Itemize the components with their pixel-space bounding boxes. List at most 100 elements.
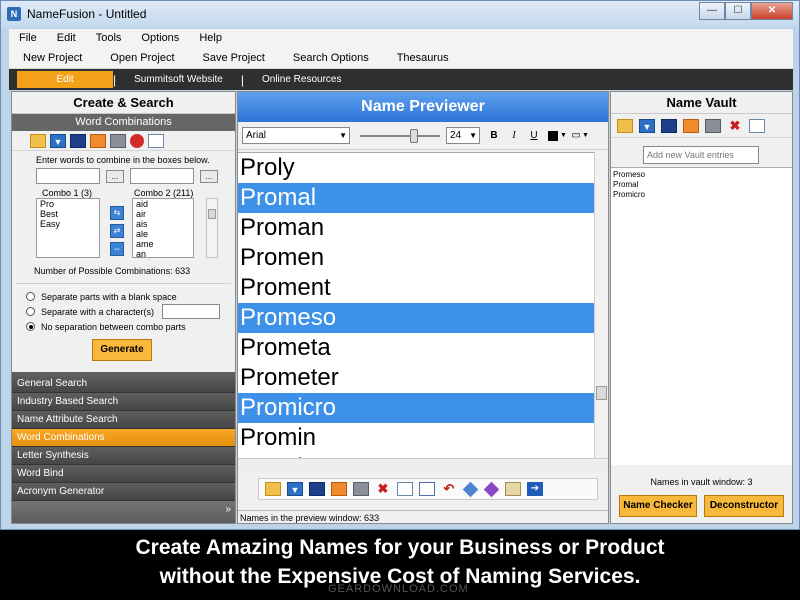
save-project-button[interactable]: Save Project <box>189 52 279 64</box>
radio-character[interactable]: Separate with a character(s) <box>12 303 235 319</box>
list-item[interactable]: ais <box>136 219 193 229</box>
notes-icon[interactable] <box>505 482 521 496</box>
close-button[interactable]: ✕ <box>751 2 793 20</box>
folder-icon[interactable] <box>30 133 46 148</box>
category-acronym-generator[interactable]: Acronym Generator <box>12 483 235 501</box>
list-item[interactable]: Promicro <box>613 190 792 200</box>
swap-icon[interactable]: ⇔ <box>110 242 124 256</box>
preview-horizontal-scrollbar[interactable] <box>238 458 608 472</box>
name-item[interactable]: Promal <box>238 183 594 213</box>
new-page-icon[interactable] <box>397 482 413 496</box>
menu-file[interactable]: File <box>9 32 47 44</box>
delete-icon[interactable]: ✖ <box>727 118 743 133</box>
radio-button[interactable] <box>26 292 35 301</box>
list-item[interactable]: Promal <box>613 180 792 190</box>
list-item[interactable]: Pro <box>40 199 99 209</box>
bold-button[interactable]: B <box>488 130 500 141</box>
cube-icon[interactable] <box>462 481 479 497</box>
name-item[interactable]: Proly <box>238 153 594 183</box>
list-item[interactable]: air <box>136 209 193 219</box>
list-item[interactable]: ale <box>136 229 193 239</box>
vault-list[interactable]: Promeso Promal Promicro <box>611 167 792 465</box>
combo2-list[interactable]: aid air ais ale ame an <box>132 198 194 259</box>
name-item[interactable]: Proment <box>238 273 594 303</box>
combo2-input[interactable] <box>130 168 194 184</box>
table-icon[interactable] <box>419 482 435 496</box>
scroll-thumb[interactable] <box>208 209 216 219</box>
scroll-thumb[interactable] <box>596 386 607 400</box>
list-item[interactable]: Best <box>40 209 99 219</box>
open-project-button[interactable]: Open Project <box>96 52 188 64</box>
list-item[interactable]: Promeso <box>613 170 792 180</box>
save-icon[interactable] <box>661 118 677 133</box>
nav-online-resources[interactable]: Online Resources <box>244 74 359 85</box>
deconstructor-button[interactable]: Deconstructor <box>704 495 784 517</box>
separator-character-input[interactable] <box>162 304 221 319</box>
text-color-button[interactable] <box>548 130 558 141</box>
font-size-slider[interactable] <box>360 128 440 143</box>
new-project-button[interactable]: New Project <box>9 52 96 64</box>
chevron-down-icon[interactable]: ▼ <box>560 132 567 139</box>
menu-tools[interactable]: Tools <box>86 32 132 44</box>
name-item[interactable]: Prometa <box>238 333 594 363</box>
name-item[interactable]: Promeso <box>238 303 594 333</box>
name-item[interactable]: Proman <box>238 213 594 243</box>
names-preview-list[interactable]: Proly Promal Proman Promen Proment Promeso Pro… <box>238 152 594 458</box>
shuffle-icon[interactable]: ⇄ <box>110 224 124 238</box>
name-item[interactable]: Promicro <box>238 393 594 423</box>
vault-entry-input[interactable]: Add new Vault entries <box>643 146 759 164</box>
save-icon[interactable] <box>309 482 325 496</box>
new-page-icon[interactable] <box>749 118 765 133</box>
new-page-icon[interactable] <box>148 133 164 148</box>
chevron-down-icon[interactable]: ▼ <box>582 132 589 139</box>
category-name-attribute-search[interactable]: Name Attribute Search <box>12 411 235 429</box>
save-icon[interactable] <box>70 133 86 148</box>
folder-icon[interactable] <box>617 118 633 133</box>
category-word-combinations[interactable]: Word Combinations <box>12 429 235 447</box>
delete-icon[interactable] <box>130 133 144 148</box>
category-general-search[interactable]: General Search <box>12 375 235 393</box>
delete-icon[interactable]: ✖ <box>375 482 391 496</box>
minimize-button[interactable]: — <box>699 2 725 20</box>
exit-icon[interactable]: ➔ <box>527 482 543 496</box>
category-word-bind[interactable]: Word Bind <box>12 465 235 483</box>
maximize-button[interactable]: ☐ <box>725 2 751 20</box>
font-select[interactable]: Arial ▼ <box>242 127 350 144</box>
font-size-select[interactable]: 24 ▼ <box>446 127 480 144</box>
list-item[interactable]: an <box>136 249 193 259</box>
radio-blank-space[interactable]: Separate parts with a blank space <box>12 288 235 303</box>
combo1-list[interactable]: Pro Best Easy <box>36 198 100 258</box>
combo2-scrollbar[interactable] <box>206 198 218 258</box>
combo1-browse-button[interactable]: ... <box>106 169 124 183</box>
print-icon[interactable] <box>353 482 369 496</box>
category-letter-synthesis[interactable]: Letter Synthesis <box>12 447 235 465</box>
download-icon[interactable]: ▼ <box>287 482 303 496</box>
folder-icon[interactable] <box>265 482 281 496</box>
more-chevron-icon[interactable]: » <box>225 504 231 515</box>
download-icon[interactable]: ▼ <box>639 118 655 133</box>
export-icon[interactable] <box>90 133 106 148</box>
preview-scrollbar[interactable] <box>594 152 608 458</box>
name-item[interactable]: Promin <box>238 423 594 453</box>
generate-button[interactable]: Generate <box>92 339 152 361</box>
combo1-input[interactable] <box>36 168 100 184</box>
move-right-icon[interactable]: ⇆ <box>110 206 124 220</box>
name-item[interactable]: Promen <box>238 243 594 273</box>
search-options-button[interactable]: Search Options <box>279 52 383 64</box>
nav-edit[interactable]: Edit <box>17 71 113 88</box>
list-item[interactable]: Easy <box>40 219 99 229</box>
export-icon[interactable] <box>683 118 699 133</box>
name-checker-button[interactable]: Name Checker <box>619 495 697 517</box>
background-color-icon[interactable]: ▭ <box>570 130 582 141</box>
download-icon[interactable]: ▼ <box>50 133 66 148</box>
italic-button[interactable]: I <box>508 130 520 141</box>
menu-help[interactable]: Help <box>189 32 232 44</box>
radio-button[interactable] <box>26 307 35 316</box>
underline-button[interactable]: U <box>528 130 540 141</box>
cube-color-icon[interactable] <box>483 481 500 497</box>
radio-button-selected[interactable] <box>26 322 35 331</box>
radio-no-separation[interactable]: No separation between combo parts <box>12 318 235 333</box>
nav-summitsoft-website[interactable]: Summitsoft Website <box>116 74 241 85</box>
menu-edit[interactable]: Edit <box>47 32 86 44</box>
name-item[interactable]: Prometer <box>238 363 594 393</box>
